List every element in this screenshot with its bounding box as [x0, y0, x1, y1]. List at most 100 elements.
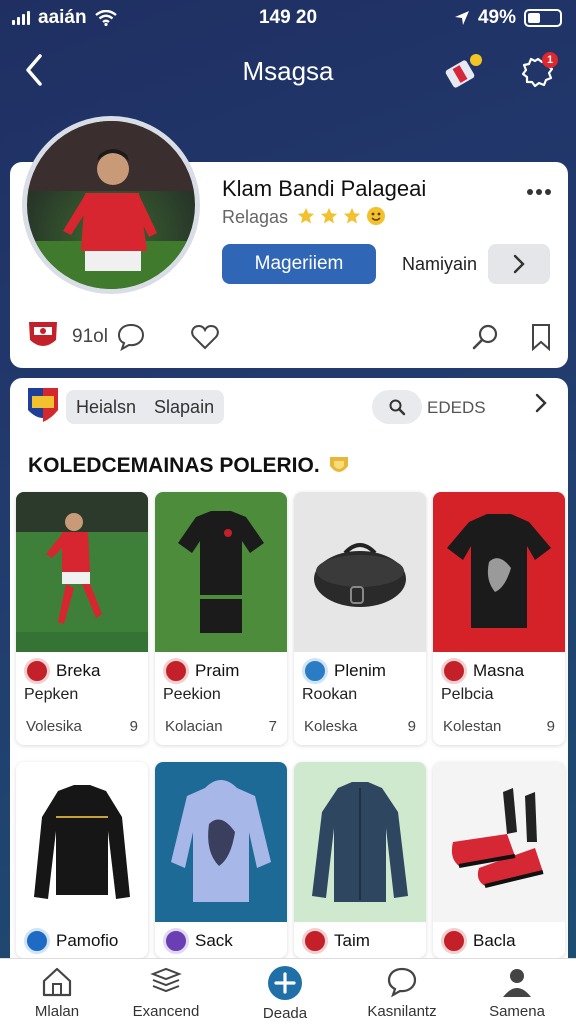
- item-card[interactable]: Bacla: [433, 762, 565, 958]
- black-kit-icon: [178, 511, 264, 633]
- team-crest-icon: [28, 388, 58, 422]
- chevron-right-icon: [535, 393, 547, 413]
- shield-icon: [330, 457, 348, 472]
- profile-action-bar: 91ol: [10, 314, 568, 358]
- emoji-icon: [367, 207, 386, 225]
- star-icon: [343, 207, 361, 224]
- more-options-button[interactable]: [526, 176, 552, 204]
- chevron-right-icon: [513, 254, 525, 274]
- bag-icon: [314, 543, 406, 607]
- item-image: [294, 762, 426, 922]
- profile-subtitle-text: Relagas: [222, 207, 289, 227]
- nav-tab-layers[interactable]: Exancend: [111, 965, 221, 1020]
- heart-icon[interactable]: [190, 322, 220, 352]
- item-image: [16, 762, 148, 922]
- item-subtitle: Peekion: [163, 686, 221, 703]
- battery-percent: 49%: [477, 7, 516, 28]
- item-image: [433, 492, 565, 652]
- item-card[interactable]: Sack: [155, 762, 287, 958]
- club-icon: [441, 928, 467, 954]
- item-subtitle: Pepken: [24, 686, 79, 703]
- next-button[interactable]: [488, 244, 550, 284]
- item-count: 7: [268, 718, 277, 735]
- club-icon: [24, 928, 50, 954]
- hoodie-icon: [171, 780, 271, 902]
- nav-label: Kasnilantz: [367, 1003, 437, 1020]
- settings-button[interactable]: 1: [518, 52, 558, 90]
- item-type: Koleska: [304, 718, 358, 735]
- primary-action-button[interactable]: Mageriiem: [222, 244, 376, 284]
- location-icon: [454, 11, 469, 25]
- club-icon: [163, 928, 189, 954]
- item-image: [155, 492, 287, 652]
- club-icon: [24, 658, 50, 684]
- scroll-right-button[interactable]: [534, 392, 548, 421]
- nav-tab-add[interactable]: Deada: [230, 965, 340, 1022]
- item-image: [433, 762, 565, 922]
- nav-label: Mlalan: [34, 1003, 80, 1020]
- profile-icon: [503, 969, 531, 997]
- long-sleeve-shirt-icon: [34, 785, 130, 899]
- top-header: Msagsa 1: [0, 46, 576, 98]
- notification-badge: 1: [542, 52, 558, 68]
- secondary-action-text[interactable]: Namiyain: [402, 254, 477, 275]
- club-icon: [302, 928, 328, 954]
- nav-tab-home[interactable]: Mlalan: [2, 965, 112, 1020]
- club-icon: [441, 658, 467, 684]
- home-icon: [42, 967, 72, 997]
- bottom-navigation: Mlalan Exancend Deada Kasnilantz Samena: [0, 958, 576, 1024]
- item-card[interactable]: Pamofio: [16, 762, 148, 958]
- item-card[interactable]: Masna Pelbcia Kolestan 9: [433, 492, 565, 745]
- item-name: Breka: [56, 661, 101, 680]
- club-icon: [302, 658, 328, 684]
- search-label[interactable]: EDEDS: [427, 398, 486, 418]
- tab-group: Heialsn Slapain: [66, 390, 225, 424]
- tab-slapain[interactable]: Slapain: [154, 397, 214, 418]
- player-photo: [27, 121, 195, 289]
- search-button[interactable]: [372, 390, 422, 424]
- item-count: 9: [546, 718, 555, 735]
- item-card[interactable]: Breka Pepken Volesika 9: [16, 492, 148, 745]
- bookmark-icon[interactable]: [526, 322, 556, 352]
- item-count: 9: [129, 718, 138, 735]
- item-type: Kolacian: [165, 718, 223, 735]
- item-card[interactable]: Taim: [294, 762, 426, 958]
- item-name: Bacla: [473, 931, 516, 950]
- item-name: Masna: [473, 661, 525, 680]
- item-card[interactable]: Praim Peekion Kolacian 7: [155, 492, 287, 745]
- item-type: Kolestan: [443, 718, 502, 735]
- gift-icon: [445, 54, 482, 88]
- search-icon: [389, 399, 406, 416]
- status-bar: aaián 149 20 49%: [0, 0, 576, 36]
- item-image: [16, 492, 148, 652]
- nav-tab-chat[interactable]: Kasnilantz: [347, 965, 457, 1020]
- nav-label: Deada: [262, 1005, 308, 1022]
- page-title: Msagsa: [242, 56, 334, 86]
- profile-subtitle: Relagas: [222, 206, 386, 228]
- item-image: [155, 762, 287, 922]
- club-badge-icon: [29, 322, 57, 346]
- star-icon: [320, 207, 338, 224]
- search-magnify-icon[interactable]: [470, 322, 500, 352]
- item-subtitle: Rookan: [302, 686, 358, 703]
- nav-tab-profile[interactable]: Samena: [462, 965, 572, 1020]
- item-name: Plenim: [334, 661, 386, 680]
- comment-icon[interactable]: [116, 322, 146, 352]
- nav-label: Exancend: [132, 1003, 200, 1020]
- item-name: Praim: [195, 661, 240, 680]
- stat-count: 91ol: [72, 326, 108, 347]
- item-count: 9: [407, 718, 416, 735]
- profile-name: Klam Bandi Palageai: [222, 176, 427, 201]
- item-image: [294, 492, 426, 652]
- tab-heialsn[interactable]: Heialsn: [76, 397, 136, 418]
- club-icon: [163, 658, 189, 684]
- gift-button[interactable]: [444, 52, 482, 88]
- chat-icon: [387, 967, 417, 998]
- player-avatar[interactable]: [22, 116, 200, 294]
- denim-shirt-icon: [312, 782, 408, 902]
- item-name: Pamofio: [56, 931, 119, 950]
- item-card[interactable]: Plenim Rookan Koleska 9: [294, 492, 426, 745]
- section-title: KOLEDCEMAINAS POLERIO.: [28, 454, 320, 477]
- battery-icon: [524, 9, 562, 27]
- filter-row: Heialsn Slapain EDEDS: [10, 386, 568, 430]
